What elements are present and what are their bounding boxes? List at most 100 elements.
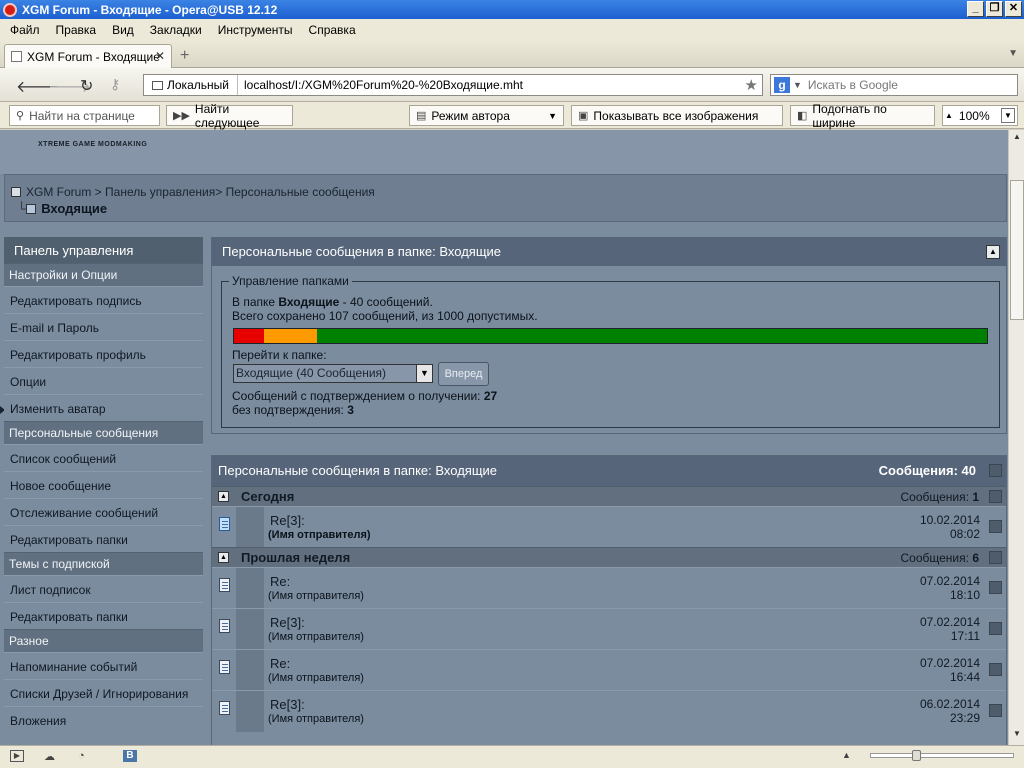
table-row[interactable]: Re: (Имя отправителя) 07.02.2014 16:44 bbox=[212, 649, 1006, 691]
google-icon[interactable]: g bbox=[774, 77, 790, 93]
message-sender[interactable]: (Имя отправителя) bbox=[268, 590, 364, 602]
vk-icon[interactable]: В bbox=[123, 750, 137, 762]
sidebar-item-change-avatar[interactable]: Изменить аватар bbox=[4, 394, 203, 421]
receipt-line: Сообщений с подтверждением о получении: … bbox=[232, 389, 497, 403]
tab-menu-chevron-icon[interactable]: ▼ bbox=[1008, 48, 1018, 59]
message-checkbox[interactable] bbox=[989, 704, 1002, 717]
sidebar-item-friends-ignore[interactable]: Списки Друзей / Игнорирования bbox=[4, 679, 203, 706]
menu-bookmarks[interactable]: Закладки bbox=[142, 23, 210, 37]
message-subject[interactable]: Re[3]: bbox=[270, 513, 305, 528]
find-next-button[interactable]: ▶▶ Найти следующее bbox=[166, 102, 293, 130]
group-label: Прошлая неделя bbox=[241, 550, 351, 565]
menu-edit[interactable]: Правка bbox=[48, 23, 105, 37]
zoom-stepper[interactable]: ▲ 100% ▼ bbox=[942, 105, 1018, 126]
zoom-up-icon[interactable]: ▲ bbox=[945, 111, 953, 120]
menu-help[interactable]: Справка bbox=[301, 23, 364, 37]
window-titlebar: XGM Forum - Входящие - Opera@USB 12.12 _… bbox=[0, 0, 1024, 19]
panel-header: Персональные сообщения в папке: Входящие… bbox=[212, 238, 1006, 266]
new-tab-button[interactable]: + bbox=[180, 47, 189, 65]
page-scrollbar[interactable]: ▲ ▼ bbox=[1008, 130, 1024, 745]
group-checkbox[interactable] bbox=[989, 551, 1002, 564]
group-count: Сообщения: 6 bbox=[901, 548, 980, 568]
menu-file[interactable]: Файл bbox=[2, 23, 48, 37]
sidebar-item-new-message[interactable]: Новое сообщение bbox=[4, 471, 203, 498]
table-row[interactable]: Re[3]: (Имя отправителя) 10.02.2014 08:02 bbox=[212, 506, 1006, 548]
site-logo[interactable]: XTREME GAME MODMAKING bbox=[38, 141, 147, 148]
reload-icon[interactable]: ↻ bbox=[80, 76, 93, 96]
collapse-icon[interactable]: ▲ bbox=[986, 245, 1000, 259]
message-checkbox[interactable] bbox=[989, 622, 1002, 635]
go-button[interactable]: Вперед bbox=[438, 362, 489, 386]
bookmark-star-icon[interactable]: ★ bbox=[745, 76, 758, 94]
message-checkbox[interactable] bbox=[989, 663, 1002, 676]
zoom-dropdown-icon[interactable]: ▼ bbox=[1001, 108, 1015, 123]
key-icon[interactable]: ⚷ bbox=[110, 76, 120, 93]
show-images-button[interactable]: ▣ Показывать все изображения bbox=[571, 105, 783, 126]
author-mode-dropdown[interactable]: ▤ Режим автора ▼ bbox=[409, 105, 564, 126]
sidebar-item-track-messages[interactable]: Отслеживание сообщений bbox=[4, 498, 203, 525]
read-message-icon bbox=[219, 578, 230, 592]
breadcrumb-path[interactable]: XGM Forum > Панель управления> Персональ… bbox=[26, 185, 375, 199]
message-subject[interactable]: Re[3]: bbox=[270, 697, 305, 712]
sidebar-item-attachments[interactable]: Вложения bbox=[4, 706, 203, 733]
table-row[interactable]: Re: (Имя отправителя) 07.02.2014 18:10 bbox=[212, 567, 1006, 609]
sidebar-item-edit-signature[interactable]: Редактировать подпись bbox=[4, 286, 203, 313]
menu-tools[interactable]: Инструменты bbox=[210, 23, 301, 37]
panel-toggle-icon[interactable]: ▶ bbox=[10, 750, 24, 762]
sidebar-item-subscription-list[interactable]: Лист подписок bbox=[4, 575, 203, 602]
security-badge[interactable]: Локальный bbox=[144, 75, 238, 95]
maximize-button[interactable]: ❐ bbox=[986, 1, 1003, 17]
sidebar-item-edit-profile[interactable]: Редактировать профиль bbox=[4, 340, 203, 367]
select-all-checkbox[interactable] bbox=[989, 464, 1002, 477]
url-text[interactable]: localhost/I:/XGM%20Forum%20-%20Входящие.… bbox=[238, 78, 523, 92]
group-count-value: 1 bbox=[972, 490, 979, 504]
group-checkbox[interactable] bbox=[989, 490, 1002, 503]
zoom-slider[interactable] bbox=[870, 750, 1014, 761]
message-sender[interactable]: (Имя отправителя) bbox=[268, 672, 364, 684]
folder-select[interactable]: Входящие (40 Сообщения) ▼ bbox=[233, 364, 433, 383]
message-sender[interactable]: (Имя отправителя) bbox=[268, 529, 371, 541]
message-subject[interactable]: Re: bbox=[270, 574, 290, 589]
in-folder-prefix: В папке bbox=[232, 295, 276, 309]
minimize-button[interactable]: _ bbox=[967, 1, 984, 17]
new-message-icon bbox=[219, 517, 230, 531]
sidebar-item-edit-folders[interactable]: Редактировать папки bbox=[4, 525, 203, 552]
find-on-page-input[interactable]: ⚲ Найти на странице bbox=[9, 105, 160, 126]
cloud-icon[interactable]: ☁ bbox=[44, 750, 58, 763]
message-checkbox[interactable] bbox=[989, 520, 1002, 533]
sidebar-section-subscriptions: Темы с подпиской bbox=[4, 552, 203, 575]
sidebar-item-options[interactable]: Опции bbox=[4, 367, 203, 394]
message-sender[interactable]: (Имя отправителя) bbox=[268, 631, 364, 643]
fit-width-button[interactable]: ◧ Подогнать по ширине bbox=[790, 102, 935, 130]
table-row[interactable]: Re[3]: (Имя отправителя) 07.02.2014 17:11 bbox=[212, 608, 1006, 650]
sidebar-item-event-reminders[interactable]: Напоминание событий bbox=[4, 652, 203, 679]
collapse-group-icon[interactable]: ▲ bbox=[218, 491, 229, 502]
zoom-slider-handle[interactable] bbox=[911, 750, 921, 761]
chevron-down-icon[interactable]: ▼ bbox=[416, 365, 432, 382]
menu-view[interactable]: Вид bbox=[104, 23, 142, 37]
search-box[interactable]: g ▼ Искать в Google bbox=[770, 74, 1018, 96]
message-subject[interactable]: Re[3]: bbox=[270, 615, 305, 630]
close-window-button[interactable]: ✕ bbox=[1005, 1, 1022, 17]
table-row[interactable]: Re[3]: (Имя отправителя) 06.02.2014 23:29 bbox=[212, 690, 1006, 732]
sidebar-item-message-list[interactable]: Список сообщений bbox=[4, 444, 203, 471]
scroll-up-icon[interactable]: ▲ bbox=[1011, 132, 1023, 146]
close-tab-icon[interactable]: ✕ bbox=[155, 49, 165, 63]
message-checkbox[interactable] bbox=[989, 581, 1002, 594]
sidebar-item-email-password[interactable]: E-mail и Пароль bbox=[4, 313, 203, 340]
view-icon[interactable]: ▲ bbox=[842, 750, 856, 762]
scrollbar-thumb[interactable] bbox=[1010, 180, 1024, 320]
tab-inbox[interactable]: XGM Forum - Входящие ✕ bbox=[4, 44, 172, 68]
arrow-right-icon: ▶▶ bbox=[173, 110, 190, 122]
sidebar-item-edit-subscription-folders[interactable]: Редактировать папки bbox=[4, 602, 203, 629]
address-bar[interactable]: Локальный localhost/I:/XGM%20Forum%20-%2… bbox=[143, 74, 763, 96]
message-subject[interactable]: Re: bbox=[270, 656, 290, 671]
collapse-group-icon[interactable]: ▲ bbox=[218, 552, 229, 563]
message-sender[interactable]: (Имя отправителя) bbox=[268, 713, 364, 725]
speed-dial-icon[interactable]: ◔ bbox=[78, 750, 92, 762]
scroll-down-icon[interactable]: ▼ bbox=[1011, 729, 1023, 743]
monitor-icon bbox=[152, 80, 163, 90]
search-engine-dropdown-icon[interactable]: ▼ bbox=[793, 80, 802, 90]
message-date: 07.02.2014 18:10 bbox=[919, 574, 980, 602]
search-placeholder[interactable]: Искать в Google bbox=[808, 78, 898, 92]
